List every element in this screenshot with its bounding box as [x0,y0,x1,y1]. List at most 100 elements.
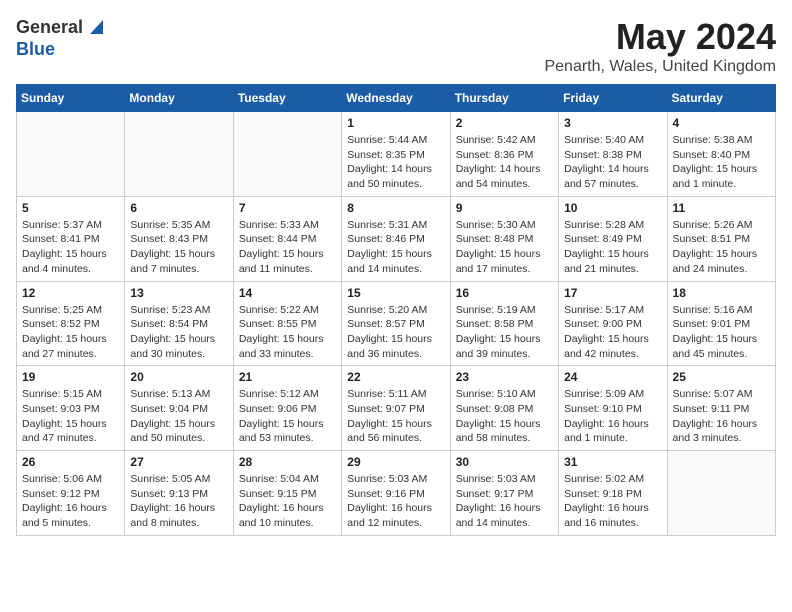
calendar-day-cell: 27Sunrise: 5:05 AMSunset: 9:13 PMDayligh… [125,451,233,536]
day-number: 18 [673,286,770,300]
calendar-week-row: 26 Sunrise: 5:06 AMSunset: 9:12 PMDayligh… [17,451,776,536]
calendar-day-cell: 16 Sunrise: 5:19 AMSunset: 8:58 PMDayligh… [450,281,558,366]
day-number: 4 [673,116,770,130]
day-info: Sunrise: 5:13 AMSunset: 9:04 PMDaylight:… [130,387,227,446]
calendar-day-cell: 5 Sunrise: 5:37 AMSunset: 8:41 PMDaylight… [17,196,125,281]
calendar-day-cell: 11 Sunrise: 5:26 AMSunset: 8:51 PMDayligh… [667,196,775,281]
calendar-day-cell: 30 Sunrise: 5:03 AMSunset: 9:17 PMDayligh… [450,451,558,536]
day-info: Sunrise: 5:07 AMSunset: 9:11 PMDaylight:… [673,387,770,446]
logo-blue-text: Blue [16,39,55,59]
calendar-day-cell: 18 Sunrise: 5:16 AMSunset: 9:01 PMDayligh… [667,281,775,366]
day-info: Sunrise: 5:20 AMSunset: 8:57 PMDaylight:… [347,303,444,362]
day-number: 17 [564,286,661,300]
calendar-day-cell: 7Sunrise: 5:33 AMSunset: 8:44 PMDaylight… [233,196,341,281]
day-number: 5 [22,201,119,215]
calendar-day-cell: 29 Sunrise: 5:03 AMSunset: 9:16 PMDayligh… [342,451,450,536]
day-info: Sunrise: 5:26 AMSunset: 8:51 PMDaylight:… [673,218,770,277]
calendar-day-cell [233,112,341,197]
calendar-table: SundayMondayTuesdayWednesdayThursdayFrid… [16,84,776,536]
day-number: 16 [456,286,553,300]
calendar-day-cell: 9 Sunrise: 5:30 AMSunset: 8:48 PMDaylight… [450,196,558,281]
calendar-header-row: SundayMondayTuesdayWednesdayThursdayFrid… [17,85,776,112]
day-number: 9 [456,201,553,215]
day-info: Sunrise: 5:28 AMSunset: 8:49 PMDaylight:… [564,218,661,277]
calendar-day-cell: 24Sunrise: 5:09 AMSunset: 9:10 PMDayligh… [559,366,667,451]
calendar-day-cell: 28Sunrise: 5:04 AMSunset: 9:15 PMDayligh… [233,451,341,536]
calendar-day-cell: 26 Sunrise: 5:06 AMSunset: 9:12 PMDayligh… [17,451,125,536]
day-info: Sunrise: 5:15 AMSunset: 9:03 PMDaylight:… [22,387,119,446]
weekday-header: Saturday [667,85,775,112]
day-info: Sunrise: 5:04 AMSunset: 9:15 PMDaylight:… [239,472,336,531]
day-number: 26 [22,455,119,469]
calendar-day-cell: 1 Sunrise: 5:44 AMSunset: 8:35 PMDaylight… [342,112,450,197]
day-info: Sunrise: 5:17 AMSunset: 9:00 PMDaylight:… [564,303,661,362]
day-number: 7 [239,201,336,215]
day-info: Sunrise: 5:44 AMSunset: 8:35 PMDaylight:… [347,133,444,192]
day-number: 11 [673,201,770,215]
calendar-day-cell: 20Sunrise: 5:13 AMSunset: 9:04 PMDayligh… [125,366,233,451]
day-number: 30 [456,455,553,469]
page-header: General Blue May 2024 Penarth, Wales, Un… [16,16,776,76]
calendar-day-cell: 17 Sunrise: 5:17 AMSunset: 9:00 PMDayligh… [559,281,667,366]
day-number: 14 [239,286,336,300]
day-info: Sunrise: 5:37 AMSunset: 8:41 PMDaylight:… [22,218,119,277]
location-title: Penarth, Wales, United Kingdom [544,58,776,76]
calendar-day-cell: 4 Sunrise: 5:38 AMSunset: 8:40 PMDaylight… [667,112,775,197]
day-number: 10 [564,201,661,215]
day-info: Sunrise: 5:12 AMSunset: 9:06 PMDaylight:… [239,387,336,446]
day-info: Sunrise: 5:42 AMSunset: 8:36 PMDaylight:… [456,133,553,192]
calendar-day-cell: 6Sunrise: 5:35 AMSunset: 8:43 PMDaylight… [125,196,233,281]
day-info: Sunrise: 5:02 AMSunset: 9:18 PMDaylight:… [564,472,661,531]
day-number: 13 [130,286,227,300]
weekday-header: Tuesday [233,85,341,112]
calendar-day-cell: 15 Sunrise: 5:20 AMSunset: 8:57 PMDayligh… [342,281,450,366]
title-section: May 2024 Penarth, Wales, United Kingdom [544,16,776,76]
day-number: 8 [347,201,444,215]
day-number: 15 [347,286,444,300]
day-number: 21 [239,370,336,384]
calendar-day-cell [667,451,775,536]
calendar-day-cell: 10 Sunrise: 5:28 AMSunset: 8:49 PMDayligh… [559,196,667,281]
calendar-day-cell [17,112,125,197]
calendar-day-cell: 25 Sunrise: 5:07 AMSunset: 9:11 PMDayligh… [667,366,775,451]
day-info: Sunrise: 5:03 AMSunset: 9:17 PMDaylight:… [456,472,553,531]
weekday-header: Wednesday [342,85,450,112]
calendar-day-cell: 3 Sunrise: 5:40 AMSunset: 8:38 PMDaylight… [559,112,667,197]
calendar-week-row: 1 Sunrise: 5:44 AMSunset: 8:35 PMDaylight… [17,112,776,197]
weekday-header: Sunday [17,85,125,112]
day-info: Sunrise: 5:22 AMSunset: 8:55 PMDaylight:… [239,303,336,362]
day-number: 1 [347,116,444,130]
weekday-header: Monday [125,85,233,112]
calendar-day-cell [125,112,233,197]
day-number: 6 [130,201,227,215]
calendar-day-cell: 21 Sunrise: 5:12 AMSunset: 9:06 PMDayligh… [233,366,341,451]
day-info: Sunrise: 5:30 AMSunset: 8:48 PMDaylight:… [456,218,553,277]
day-info: Sunrise: 5:06 AMSunset: 9:12 PMDaylight:… [22,472,119,531]
day-info: Sunrise: 5:19 AMSunset: 8:58 PMDaylight:… [456,303,553,362]
day-number: 27 [130,455,227,469]
calendar-day-cell: 23Sunrise: 5:10 AMSunset: 9:08 PMDayligh… [450,366,558,451]
weekday-header: Thursday [450,85,558,112]
day-number: 31 [564,455,661,469]
day-number: 3 [564,116,661,130]
logo-general-text: General [16,17,83,38]
calendar-week-row: 12 Sunrise: 5:25 AMSunset: 8:52 PMDayligh… [17,281,776,366]
day-number: 29 [347,455,444,469]
day-info: Sunrise: 5:16 AMSunset: 9:01 PMDaylight:… [673,303,770,362]
logo: General Blue [16,16,103,60]
day-info: Sunrise: 5:40 AMSunset: 8:38 PMDaylight:… [564,133,661,192]
day-number: 25 [673,370,770,384]
calendar-day-cell: 14 Sunrise: 5:22 AMSunset: 8:55 PMDayligh… [233,281,341,366]
day-number: 23 [456,370,553,384]
day-info: Sunrise: 5:31 AMSunset: 8:46 PMDaylight:… [347,218,444,277]
day-number: 12 [22,286,119,300]
calendar-day-cell: 22Sunrise: 5:11 AMSunset: 9:07 PMDayligh… [342,366,450,451]
day-info: Sunrise: 5:23 AMSunset: 8:54 PMDaylight:… [130,303,227,362]
calendar-day-cell: 2Sunrise: 5:42 AMSunset: 8:36 PMDaylight… [450,112,558,197]
logo-icon [85,16,103,34]
day-info: Sunrise: 5:03 AMSunset: 9:16 PMDaylight:… [347,472,444,531]
day-info: Sunrise: 5:25 AMSunset: 8:52 PMDaylight:… [22,303,119,362]
day-number: 24 [564,370,661,384]
day-info: Sunrise: 5:38 AMSunset: 8:40 PMDaylight:… [673,133,770,192]
day-info: Sunrise: 5:11 AMSunset: 9:07 PMDaylight:… [347,387,444,446]
